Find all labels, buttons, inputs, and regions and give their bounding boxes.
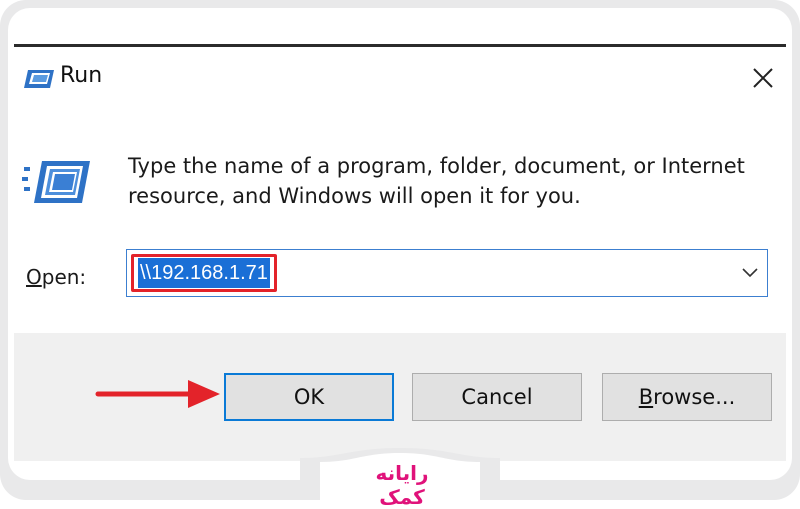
run-program-icon <box>22 161 90 203</box>
close-icon <box>753 68 773 88</box>
close-button[interactable] <box>740 61 786 95</box>
dialog-description: Type the name of a program, folder, docu… <box>128 154 745 208</box>
cancel-button[interactable]: Cancel <box>412 373 582 421</box>
title-bar: Run <box>14 47 786 107</box>
browse-access-key: B <box>638 385 654 409</box>
run-icon <box>24 70 54 88</box>
open-combobox[interactable]: \\192.168.1.71 <box>126 249 768 297</box>
dialog-content: Type the name of a program, folder, docu… <box>14 107 786 333</box>
pointer-arrow-icon <box>95 380 220 408</box>
browse-button[interactable]: Browse... <box>602 373 772 421</box>
chevron-down-icon <box>742 268 758 278</box>
open-label-text: pen: <box>41 265 87 289</box>
browse-label: rowse... <box>653 385 736 409</box>
window-title: Run <box>60 63 103 88</box>
open-label: Open: <box>26 265 86 289</box>
open-input-value[interactable]: \\192.168.1.71 <box>138 258 270 288</box>
highlight-box: \\192.168.1.71 <box>131 254 277 292</box>
ok-button[interactable]: OK <box>224 373 394 421</box>
watermark-logo: رایانه کمک <box>375 461 429 509</box>
open-label-access-key: O <box>26 265 42 289</box>
dropdown-button[interactable] <box>737 260 763 286</box>
